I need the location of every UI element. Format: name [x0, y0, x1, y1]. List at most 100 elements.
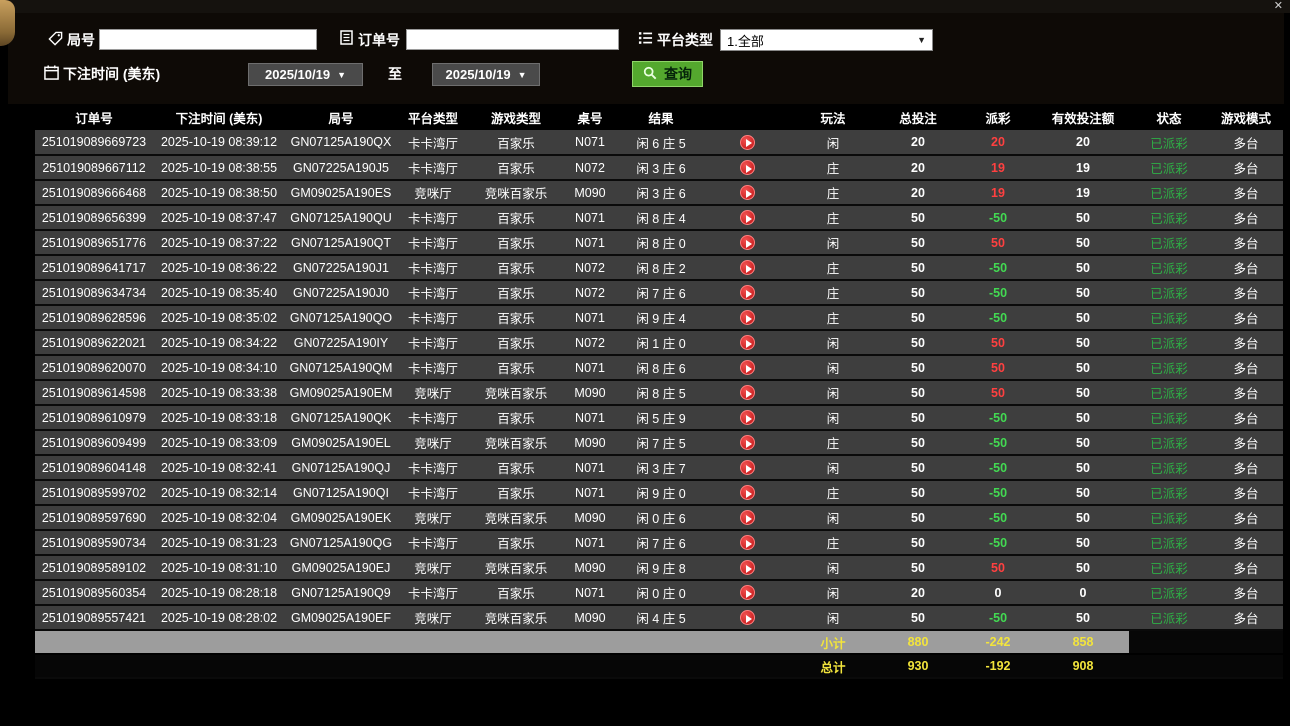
date-to-value: 2025/10/19: [446, 67, 511, 82]
play-icon[interactable]: [740, 285, 755, 300]
cell-result: 闲 3 庄 6: [617, 155, 705, 180]
play-icon[interactable]: [740, 160, 755, 175]
cell-bet-time: 2025-10-19 08:33:18: [153, 405, 285, 430]
cell-payout: -50: [959, 605, 1037, 630]
play-icon[interactable]: [740, 185, 755, 200]
cell-status: 已派彩: [1129, 555, 1209, 580]
chevron-down-icon: ▼: [518, 70, 527, 80]
round-number-input[interactable]: [99, 29, 317, 50]
cell-game-type: 百家乐: [469, 230, 563, 255]
cell-table-number: N072: [563, 255, 617, 280]
cell-bet-time: 2025-10-19 08:31:10: [153, 555, 285, 580]
cell-game-type: 竞咪百家乐: [469, 430, 563, 455]
cell-order-number: 251019089597690: [35, 505, 153, 530]
cell-bet-type: 闲: [789, 380, 877, 405]
cell-table-number: M090: [563, 430, 617, 455]
play-icon[interactable]: [740, 335, 755, 350]
play-icon[interactable]: [740, 535, 755, 550]
cell-total-bet: 50: [877, 255, 959, 280]
play-icon[interactable]: [740, 310, 755, 325]
cell-status: 已派彩: [1129, 155, 1209, 180]
cell-platform-type: 卡卡湾厅: [397, 480, 469, 505]
play-icon[interactable]: [740, 410, 755, 425]
chevron-down-icon: ▼: [917, 35, 926, 45]
cell-total-bet: 50: [877, 305, 959, 330]
cell-valid-bet: 50: [1037, 380, 1129, 405]
cell-total-bet: 20: [877, 130, 959, 155]
cell-replay: [705, 530, 789, 555]
grand-total-payout: -192: [959, 654, 1037, 678]
play-icon[interactable]: [740, 510, 755, 525]
cell-bet-type: 庄: [789, 305, 877, 330]
cell-status: 已派彩: [1129, 405, 1209, 430]
cell-result: 闲 8 庄 2: [617, 255, 705, 280]
cell-replay: [705, 230, 789, 255]
play-icon[interactable]: [740, 435, 755, 450]
table-row: 251019089599702 2025-10-19 08:32:14 GN07…: [35, 480, 1283, 505]
cell-bet-time: 2025-10-19 08:32:04: [153, 505, 285, 530]
cell-platform-type: 卡卡湾厅: [397, 130, 469, 155]
cell-replay: [705, 155, 789, 180]
cell-valid-bet: 50: [1037, 255, 1129, 280]
cell-payout: 0: [959, 580, 1037, 605]
cell-result: 闲 9 庄 8: [617, 555, 705, 580]
play-icon[interactable]: [740, 210, 755, 225]
cell-table-number: N071: [563, 480, 617, 505]
cell-game-mode: 多台: [1209, 380, 1283, 405]
close-icon[interactable]: ✕: [1274, 0, 1283, 13]
cell-result: 闲 7 庄 6: [617, 530, 705, 555]
cell-result: 闲 0 庄 6: [617, 505, 705, 530]
play-icon[interactable]: [740, 260, 755, 275]
tag-icon: [48, 31, 64, 47]
order-number-input[interactable]: [406, 29, 619, 50]
play-icon[interactable]: [740, 610, 755, 625]
cell-payout: 50: [959, 555, 1037, 580]
cell-result: 闲 7 庄 5: [617, 430, 705, 455]
cell-round-number: GN07125A190QK: [285, 405, 397, 430]
table-row: 251019089628596 2025-10-19 08:35:02 GN07…: [35, 305, 1283, 330]
cell-bet-time: 2025-10-19 08:37:47: [153, 205, 285, 230]
query-button[interactable]: 查询: [632, 61, 703, 87]
cell-game-type: 百家乐: [469, 305, 563, 330]
platform-type-select[interactable]: 1.全部 ▼: [720, 29, 933, 51]
cell-status: 已派彩: [1129, 580, 1209, 605]
cell-status: 已派彩: [1129, 130, 1209, 155]
platform-type-value: 1.全部: [727, 31, 764, 50]
play-icon[interactable]: [740, 485, 755, 500]
play-icon[interactable]: [740, 235, 755, 250]
cell-platform-type: 卡卡湾厅: [397, 205, 469, 230]
cell-table-number: M090: [563, 555, 617, 580]
cell-table-number: M090: [563, 505, 617, 530]
date-from-picker[interactable]: 2025/10/19 ▼: [248, 63, 363, 86]
col-header-order: 订单号: [35, 104, 153, 130]
cell-game-type: 竞咪百家乐: [469, 380, 563, 405]
range-separator-label: 至: [388, 64, 402, 84]
cell-bet-time: 2025-10-19 08:34:10: [153, 355, 285, 380]
cell-platform-type: 卡卡湾厅: [397, 305, 469, 330]
play-icon[interactable]: [740, 385, 755, 400]
play-icon[interactable]: [740, 585, 755, 600]
cell-bet-type: 闲: [789, 405, 877, 430]
table-row: 251019089614598 2025-10-19 08:33:38 GM09…: [35, 380, 1283, 405]
subtotal-valid-bet: 858: [1037, 630, 1129, 654]
cell-round-number: GN07225A190J1: [285, 255, 397, 280]
play-icon[interactable]: [740, 560, 755, 575]
cell-result: 闲 6 庄 5: [617, 130, 705, 155]
table-row: 251019089610979 2025-10-19 08:33:18 GN07…: [35, 405, 1283, 430]
grand-total-end-spacer: [1129, 654, 1283, 678]
cell-game-mode: 多台: [1209, 155, 1283, 180]
cell-bet-time: 2025-10-19 08:31:23: [153, 530, 285, 555]
cell-round-number: GN07125A190QM: [285, 355, 397, 380]
cell-game-mode: 多台: [1209, 205, 1283, 230]
play-icon[interactable]: [740, 460, 755, 475]
cell-bet-type: 闲: [789, 230, 877, 255]
cell-game-type: 百家乐: [469, 130, 563, 155]
play-icon[interactable]: [740, 135, 755, 150]
cell-game-mode: 多台: [1209, 580, 1283, 605]
cell-round-number: GM09025A190ES: [285, 180, 397, 205]
date-to-picker[interactable]: 2025/10/19 ▼: [432, 63, 540, 86]
cell-order-number: 251019089589102: [35, 555, 153, 580]
cell-status: 已派彩: [1129, 480, 1209, 505]
cell-bet-time: 2025-10-19 08:32:14: [153, 480, 285, 505]
play-icon[interactable]: [740, 360, 755, 375]
